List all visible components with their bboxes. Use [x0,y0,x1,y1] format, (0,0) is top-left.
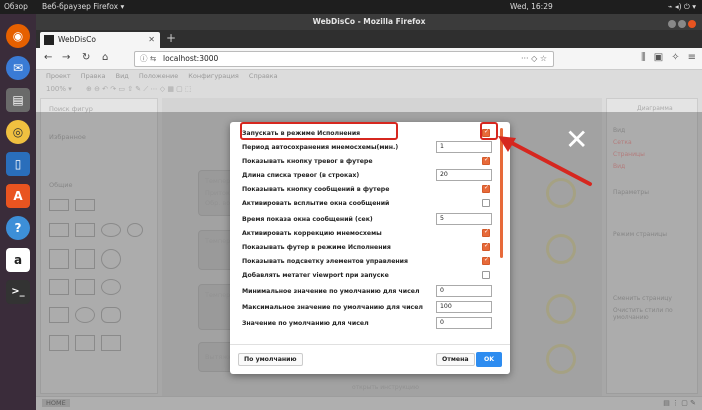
setting-checkbox[interactable] [482,242,490,251]
setting-input[interactable]: 1 [436,141,492,153]
zoom-select[interactable]: 100% ▾ [46,85,72,93]
setting-row: Активировать всплытие окна сообщений [242,199,498,207]
window-titlebar: WebDisCo - Mozilla Firefox [36,14,702,30]
setting-input[interactable]: 100 [436,301,492,313]
setting-row: Показывать кнопку сообщений в футере [242,184,498,193]
setting-row: Максимальное значение по умолчанию для ч… [242,301,498,313]
close-window-icon[interactable] [688,20,696,28]
panel-title: Диаграмма [637,105,673,112]
default-button[interactable]: По умолчанию [238,353,303,366]
menu-config[interactable]: Конфигурация [188,72,239,80]
firefox-icon[interactable]: ◉ [6,24,30,48]
help-icon[interactable]: ? [6,216,30,240]
site-info-icon[interactable]: ⓘ ⇆ [140,52,156,66]
setting-label: Добавлять метатег viewport при запуске [242,272,389,279]
navigation-bar: ← → ↻ ⌂ ⓘ ⇆ localhost:3000 ··· ◇ ☆ ⫼ ▣ ✧ ≡ [36,48,702,70]
setting-row: Значение по умолчанию для чисел 0 [242,317,498,329]
setting-checkbox[interactable] [482,228,490,237]
tab-title: WebDisCo [58,35,96,44]
setting-row: Активировать коррекцию мнемосхемы [242,228,498,237]
window-title: WebDisCo - Mozilla Firefox [312,17,426,26]
extension-icon[interactable]: ✧ [671,52,679,63]
setting-checkbox[interactable] [482,271,490,279]
hamburger-menu-icon[interactable]: ≡ [688,52,696,63]
sidebar-icon[interactable]: ▣ [654,52,663,63]
clock[interactable]: Wed, 16:29 [510,2,553,11]
ok-button[interactable]: OK [476,352,502,367]
favicon-icon [44,35,54,45]
toolbar-right: ⫼ ▣ ✧ ≡ [633,52,696,63]
setting-label: Период автосохранения мнемосхемы(мин.) [242,144,399,151]
setting-row: Показывать кнопку тревог в футере [242,156,498,165]
setting-checkbox[interactable] [482,199,490,207]
setting-label: Время показа окна сообщений (сек) [242,216,373,223]
launcher: ◉ ✉ ▤ ◎ ▯ A ? a >_ [0,14,36,410]
setting-label: Активировать всплытие окна сообщений [242,200,390,207]
setting-input[interactable]: 20 [436,169,492,181]
setting-row: Показывать футер в режиме Исполнения [242,242,498,251]
menu-help[interactable]: Справка [249,72,278,80]
setting-label: Показывать кнопку сообщений в футере [242,186,390,193]
system-top-bar: Обзор Веб-браузер Firefox ▾ Wed, 16:29 ⌁… [0,0,702,14]
files-icon[interactable]: ▤ [6,88,30,112]
library-icon[interactable]: ⫼ [641,52,646,63]
setting-row: Показывать подсветку элементов управлени… [242,256,498,265]
tab-bar: WebDisCo ✕ + [36,30,702,48]
menu-project[interactable]: Проект [46,72,71,80]
setting-label: Минимальное значение по умолчанию для чи… [242,288,420,295]
dialog-footer: По умолчанию Отмена OK [230,344,510,374]
terminal-icon[interactable]: >_ [6,280,30,304]
thunderbird-icon[interactable]: ✉ [6,56,30,80]
setting-input[interactable]: 5 [436,213,492,225]
annotation-arrow [498,136,592,186]
setting-label: Показывать кнопку тревог в футере [242,158,373,165]
setting-label: Значение по умолчанию для чисел [242,320,369,327]
forward-icon[interactable]: → [62,52,70,63]
setting-row: Добавлять метатег viewport при запуске [242,271,498,279]
app-menubar: Проект Правка Вид Положение Конфигурация… [36,70,702,82]
browser-tab[interactable]: WebDisCo ✕ [40,32,160,48]
url-bar[interactable]: ⓘ ⇆ localhost:3000 ··· ◇ ☆ [134,51,554,67]
cancel-button[interactable]: Отмена [436,353,475,366]
setting-input[interactable]: 0 [436,317,492,329]
app-toolbar: 100% ▾ ⊕ ⊖ ↶ ↷ ▭ ⇧ ✎ ⟋ ⋯ ◇ ▦ ▢ ⬚ [36,82,702,96]
new-tab-button[interactable]: + [166,31,176,45]
setting-input[interactable]: 0 [436,285,492,297]
rhythmbox-icon[interactable]: ◎ [6,120,30,144]
setting-row: Время показа окна сообщений (сек) 5 [242,213,498,225]
amazon-icon[interactable]: a [6,248,30,272]
activities-button[interactable]: Обзор [4,2,28,11]
system-tray[interactable]: ⌁ ◂) ⏻ ▾ [668,2,696,12]
setting-label: Длина списка тревог (в строках) [242,172,360,179]
home-icon[interactable]: ⌂ [102,52,108,63]
setting-label: Максимальное значение по умолчанию для ч… [242,304,423,311]
setting-row: Минимальное значение по умолчанию для чи… [242,285,498,297]
menu-edit[interactable]: Правка [81,72,106,80]
url-text: localhost:3000 [163,54,219,63]
setting-row: Период автосохранения мнемосхемы(мин.) 1 [242,141,498,153]
setting-label: Показывать подсветку элементов управлени… [242,258,408,265]
toolbar-icons[interactable]: ⊕ ⊖ ↶ ↷ ▭ ⇧ ✎ ⟋ ⋯ ◇ ▦ ▢ ⬚ [86,85,192,93]
menu-position[interactable]: Положение [139,72,178,80]
setting-label: Показывать футер в режиме Исполнения [242,244,391,251]
highlight-box [240,122,398,140]
setting-label: Активировать коррекцию мнемосхемы [242,230,382,237]
setting-checkbox[interactable] [482,184,490,193]
back-icon[interactable]: ← [44,52,52,63]
app-menu[interactable]: Веб-браузер Firefox ▾ [42,2,124,11]
setting-row: Длина списка тревог (в строках) 20 [242,169,498,181]
minimize-icon[interactable] [668,20,676,28]
writer-icon[interactable]: ▯ [6,152,30,176]
settings-list: Запускать в режиме ИсполненияПериод авто… [230,122,510,342]
tab-close-icon[interactable]: ✕ [148,32,155,48]
page-actions[interactable]: ··· ◇ ☆ [521,52,547,66]
menu-view[interactable]: Вид [116,72,129,80]
settings-dialog: Запускать в режиме ИсполненияПериод авто… [230,122,510,374]
setting-checkbox[interactable] [482,156,490,165]
reload-icon[interactable]: ↻ [82,52,90,63]
setting-checkbox[interactable] [482,256,490,265]
maximize-icon[interactable] [678,20,686,28]
software-icon[interactable]: A [6,184,30,208]
